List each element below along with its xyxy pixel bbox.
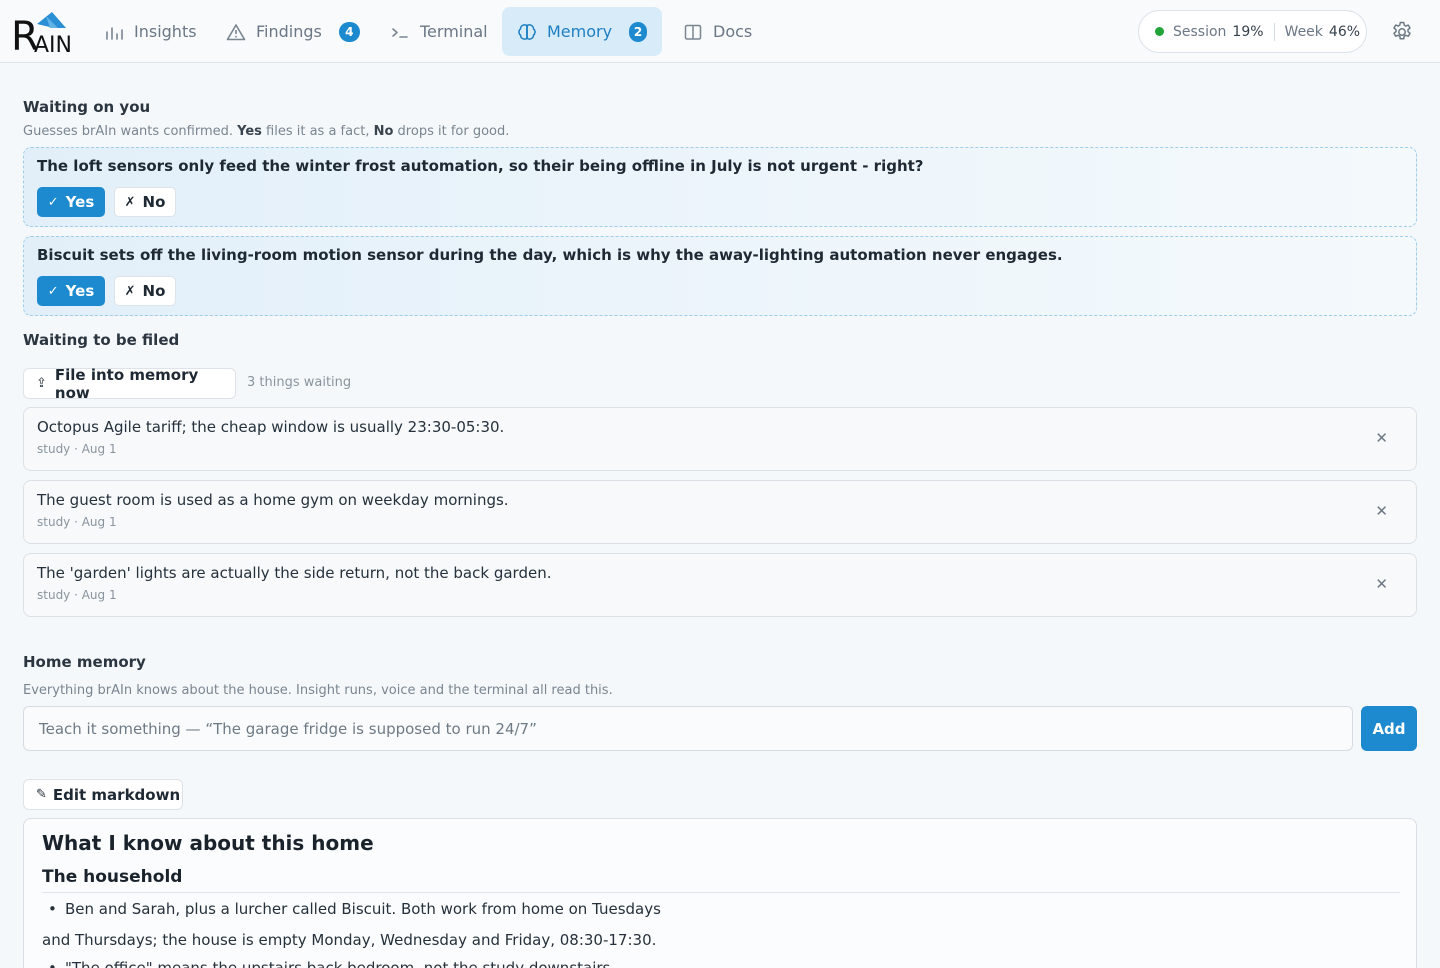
- yes-label: Yes: [65, 193, 95, 211]
- pencil-icon: ✎: [36, 787, 47, 802]
- subtitle-text: files it as a fact,: [261, 124, 374, 139]
- memory-document: What I know about this home The househol…: [23, 818, 1417, 968]
- nav-findings[interactable]: Findings 4: [211, 7, 375, 56]
- top-bar: R AIN Insights Findings 4 Terminal Memor…: [0, 0, 1440, 63]
- document-subheading: The household: [42, 867, 183, 887]
- confirmation-card: The loft sensors only feed the winter fr…: [23, 147, 1417, 227]
- waiting-on-you-title: Waiting on you: [23, 98, 151, 116]
- file-into-memory-label: File into memory now: [54, 365, 199, 402]
- document-heading: What I know about this home: [42, 831, 374, 855]
- yes-button[interactable]: ✓ Yes: [37, 187, 105, 217]
- session-label: Session: [1173, 23, 1227, 40]
- pending-item: The guest room is used as a home gym on …: [23, 480, 1417, 544]
- usage-divider: [1273, 22, 1275, 41]
- nav-insights-label: Insights: [134, 22, 197, 41]
- confirmation-card: Biscuit sets off the living-room motion …: [23, 236, 1417, 316]
- no-button[interactable]: ✗ No: [114, 187, 176, 217]
- memory-count-badge: 2: [629, 21, 647, 42]
- pending-item-meta: study · Aug 1: [37, 515, 117, 529]
- file-into-memory-button[interactable]: ⇪ File into memory now: [23, 365, 236, 402]
- pending-item-text: The guest room is used as a home gym on …: [37, 491, 509, 509]
- nav-docs-label: Docs: [713, 22, 753, 41]
- confirmation-question: Biscuit sets off the living-room motion …: [37, 246, 1063, 264]
- no-button[interactable]: ✗ No: [114, 276, 176, 306]
- nav-memory-label: Memory: [547, 22, 613, 41]
- terminal-icon: [392, 27, 408, 38]
- week-value: 46%: [1328, 23, 1361, 40]
- nav-terminal[interactable]: Terminal: [375, 7, 503, 56]
- home-memory-subtitle: Everything brAIn knows about the house. …: [23, 683, 613, 698]
- nav-terminal-label: Terminal: [420, 22, 488, 41]
- brain-icon: [518, 23, 536, 40]
- dismiss-icon[interactable]: ✕: [1375, 575, 1388, 593]
- cross-icon: ✗: [124, 283, 136, 299]
- bar-chart-icon: [106, 26, 123, 40]
- no-label: No: [142, 282, 166, 300]
- teach-input[interactable]: [23, 706, 1353, 751]
- dismiss-icon[interactable]: ✕: [1375, 429, 1388, 447]
- upload-icon: ⇪: [36, 376, 47, 391]
- heading-divider: [42, 892, 1400, 893]
- subtitle-yes: Yes: [237, 124, 262, 139]
- usage-indicator[interactable]: Session 19% Week 46%: [1138, 10, 1367, 53]
- yes-label: Yes: [65, 282, 95, 300]
- check-icon: ✓: [47, 283, 59, 299]
- nav-memory[interactable]: Memory 2: [502, 7, 662, 56]
- week-label: Week: [1284, 23, 1323, 40]
- brain-logo-icon[interactable]: R AIN: [10, 10, 72, 54]
- subtitle-text: drops it for good.: [393, 124, 510, 139]
- status-dot-icon: [1155, 27, 1164, 36]
- dismiss-icon[interactable]: ✕: [1375, 502, 1388, 520]
- waiting-on-you-subtitle: Guesses brAIn wants confirmed. Yes files…: [23, 124, 509, 139]
- document-list-item: "The office" means the upstairs back bed…: [48, 959, 615, 968]
- add-button[interactable]: Add: [1361, 706, 1417, 751]
- findings-count-badge: 4: [338, 21, 360, 42]
- book-icon: [684, 24, 702, 40]
- pending-item: The 'garden' lights are actually the sid…: [23, 553, 1417, 617]
- waiting-to-be-filed-title: Waiting to be filed: [23, 331, 180, 349]
- subtitle-no: No: [373, 124, 394, 139]
- pending-item-text: Octopus Agile tariff; the cheap window i…: [37, 418, 505, 436]
- pending-item-text: The 'garden' lights are actually the sid…: [37, 564, 552, 582]
- svg-text:AIN: AIN: [34, 33, 72, 54]
- no-label: No: [142, 193, 166, 211]
- pending-item-meta: study · Aug 1: [37, 588, 117, 602]
- check-icon: ✓: [47, 194, 59, 210]
- home-memory-title: Home memory: [23, 653, 146, 671]
- edit-markdown-label: Edit markdown: [52, 785, 181, 804]
- document-paragraph: and Thursdays; the house is empty Monday…: [42, 931, 657, 949]
- yes-button[interactable]: ✓ Yes: [37, 276, 105, 306]
- warning-triangle-icon: [226, 23, 246, 40]
- edit-markdown-button[interactable]: ✎ Edit markdown: [23, 779, 183, 810]
- cross-icon: ✗: [124, 194, 136, 210]
- gear-icon[interactable]: [1390, 20, 1414, 44]
- pending-item-meta: study · Aug 1: [37, 442, 117, 456]
- nav-docs[interactable]: Docs: [668, 7, 767, 56]
- subtitle-text: Guesses brAIn wants confirmed.: [23, 124, 238, 139]
- pending-item: Octopus Agile tariff; the cheap window i…: [23, 407, 1417, 471]
- waiting-count: 3 things waiting: [247, 375, 352, 390]
- nav-findings-label: Findings: [256, 22, 322, 41]
- nav-insights[interactable]: Insights: [89, 7, 212, 56]
- confirmation-question: The loft sensors only feed the winter fr…: [37, 157, 924, 175]
- document-list-item: Ben and Sarah, plus a lurcher called Bis…: [48, 900, 661, 918]
- session-value: 19%: [1232, 23, 1264, 40]
